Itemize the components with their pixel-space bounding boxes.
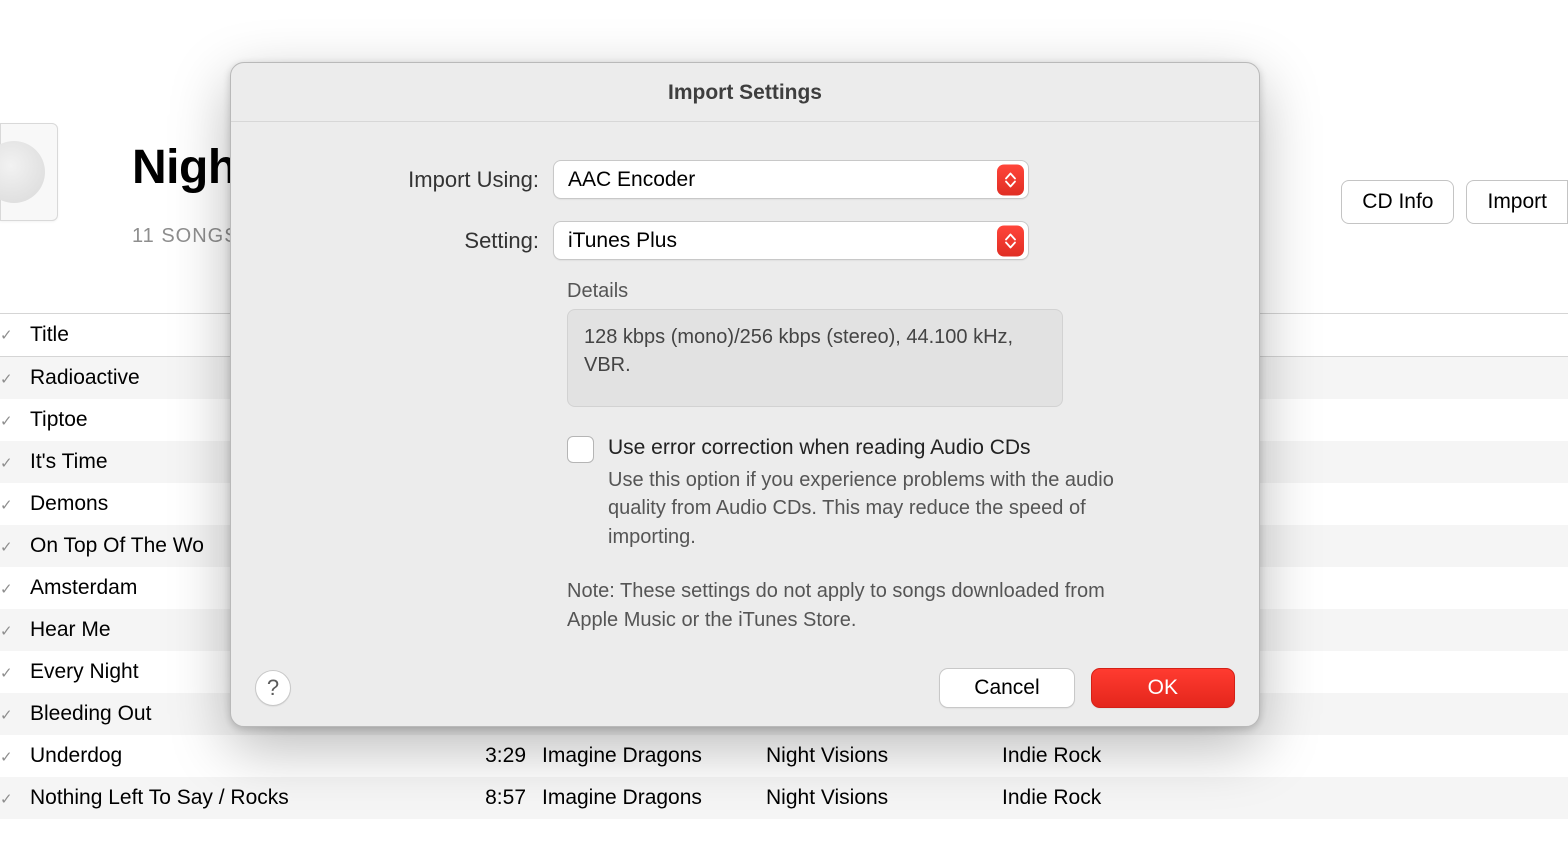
chevron-updown-icon (997, 164, 1024, 195)
track-album: Night Visions (766, 744, 1002, 768)
cd-icon (0, 141, 45, 203)
setting-select[interactable]: iTunes Plus (553, 221, 1029, 260)
error-correction-label: Use error correction when reading Audio … (608, 435, 1118, 460)
setting-value: iTunes Plus (568, 229, 677, 253)
track-row[interactable]: ✓Underdog3:29Imagine DragonsNight Vision… (0, 735, 1568, 777)
import-using-select[interactable]: AAC Encoder (553, 160, 1029, 199)
import-cd-button[interactable]: Import (1466, 180, 1568, 224)
track-time: 8:57 (454, 786, 526, 810)
track-time: 3:29 (454, 744, 526, 768)
ok-button[interactable]: OK (1091, 668, 1235, 708)
details-box: 128 kbps (mono)/256 kbps (stereo), 44.10… (567, 309, 1063, 407)
track-checkbox[interactable]: ✓ (0, 410, 24, 430)
track-album: Night Visions (766, 786, 1002, 810)
track-row[interactable]: ✓Nothing Left To Say / Rocks8:57Imagine … (0, 777, 1568, 819)
help-button[interactable]: ? (255, 670, 291, 706)
cd-icon-box (0, 123, 58, 221)
track-title: Underdog (24, 744, 454, 768)
setting-label: Setting: (271, 228, 553, 254)
cancel-button[interactable]: Cancel (939, 668, 1074, 708)
track-checkbox[interactable]: ✓ (0, 746, 24, 766)
import-using-value: AAC Encoder (568, 168, 695, 192)
cd-info-button[interactable]: CD Info (1341, 180, 1454, 224)
songs-count: 11 SONGS (132, 225, 239, 248)
track-checkbox[interactable]: ✓ (0, 536, 24, 556)
chevron-updown-icon (997, 225, 1024, 256)
track-checkbox[interactable]: ✓ (0, 704, 24, 724)
track-checkbox[interactable]: ✓ (0, 494, 24, 514)
track-artist: Imagine Dragons (526, 744, 766, 768)
track-checkbox[interactable]: ✓ (0, 452, 24, 472)
track-title: Nothing Left To Say / Rocks (24, 786, 454, 810)
track-checkbox[interactable]: ✓ (0, 788, 24, 808)
album-title: Nigh (132, 140, 237, 195)
track-checkbox[interactable]: ✓ (0, 368, 24, 388)
track-checkbox[interactable]: ✓ (0, 578, 24, 598)
column-title[interactable]: Title (24, 323, 69, 347)
track-checkbox[interactable]: ✓ (0, 662, 24, 682)
error-correction-checkbox[interactable] (567, 436, 594, 463)
import-settings-dialog: Import Settings Import Using: AAC Encode… (230, 62, 1260, 727)
track-genre: Indie Rock (1002, 786, 1202, 810)
error-correction-description: Use this option if you experience proble… (608, 466, 1118, 551)
track-artist: Imagine Dragons (526, 786, 766, 810)
track-genre: Indie Rock (1002, 744, 1202, 768)
import-using-label: Import Using: (271, 167, 553, 193)
settings-note: Note: These settings do not apply to son… (567, 577, 1105, 634)
track-checkbox[interactable]: ✓ (0, 620, 24, 640)
details-label: Details (567, 280, 1219, 303)
dialog-title: Import Settings (231, 63, 1259, 122)
column-check[interactable]: ✓ (0, 326, 24, 344)
